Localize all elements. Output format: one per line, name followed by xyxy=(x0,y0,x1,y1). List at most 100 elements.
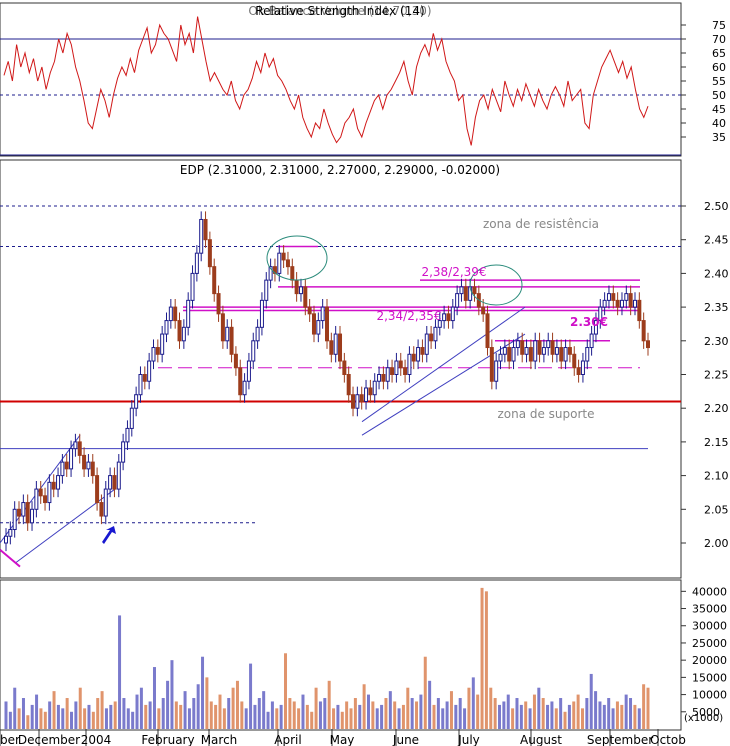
volume-bar xyxy=(310,711,314,729)
volume-bar xyxy=(502,701,506,729)
month-label: April xyxy=(274,733,301,746)
candle-body xyxy=(411,353,416,362)
volume-tick-label: 15000 xyxy=(692,671,727,684)
volume-bar xyxy=(589,673,593,729)
candle-body xyxy=(481,306,486,315)
candle-body xyxy=(494,360,499,382)
candle-body xyxy=(407,353,412,375)
candle-body xyxy=(641,320,646,342)
candle-body xyxy=(103,488,108,517)
candle-body xyxy=(82,454,87,470)
volume-bar xyxy=(262,691,266,729)
volume-bar xyxy=(576,694,580,729)
candle-body xyxy=(138,374,143,396)
volume-bar xyxy=(397,708,401,729)
volume-bar xyxy=(275,708,279,729)
volume-bar xyxy=(585,698,589,729)
month-label: Octob xyxy=(650,733,686,746)
volume-bar xyxy=(366,694,370,729)
volume-bar xyxy=(458,698,462,729)
volume-bar xyxy=(266,711,270,729)
candle-body xyxy=(498,353,503,362)
volume-bar xyxy=(449,691,453,729)
month-label: December xyxy=(18,733,80,746)
candle-body xyxy=(242,380,247,396)
candle-body xyxy=(277,252,282,274)
volume-tick-label: 20000 xyxy=(692,654,727,667)
volume-bar xyxy=(646,687,650,729)
candle-body xyxy=(398,360,403,369)
volume-bar xyxy=(340,711,344,729)
volume-bar xyxy=(406,687,410,729)
volume-bar xyxy=(87,704,91,729)
volume-bar xyxy=(43,711,47,729)
rsi-layer xyxy=(0,16,681,156)
volume-bar xyxy=(384,698,388,729)
candle-body xyxy=(355,394,360,409)
volume-bar xyxy=(13,687,17,729)
candle-body xyxy=(368,387,373,396)
volume-bar xyxy=(441,708,445,729)
volume-bar xyxy=(629,698,633,729)
candle-body xyxy=(47,481,52,504)
volume-bar xyxy=(157,708,161,729)
volume-bar xyxy=(218,694,222,729)
volume-bar xyxy=(563,711,567,729)
candle-body xyxy=(619,299,624,308)
candle-body xyxy=(8,529,13,537)
volume-bar xyxy=(537,687,541,729)
candle-body xyxy=(229,326,234,355)
month-label: September xyxy=(587,733,653,746)
candle-body xyxy=(333,333,338,355)
volume-bar xyxy=(244,708,248,729)
volume-bar xyxy=(506,694,510,729)
volume-bar xyxy=(336,704,340,729)
volume-bar xyxy=(305,704,309,729)
volume-bar xyxy=(419,694,423,729)
volume-bar xyxy=(471,677,475,729)
volume-bar xyxy=(35,694,39,729)
volume-bar xyxy=(380,704,384,729)
volume-bar xyxy=(428,680,432,729)
volume-bar xyxy=(546,704,550,729)
candle-body xyxy=(285,259,290,268)
annotation: 2,34/2,35€ xyxy=(376,309,441,323)
volume-tick-label: 25000 xyxy=(692,637,727,650)
candle-body xyxy=(572,353,577,369)
volume-bar xyxy=(423,656,427,729)
candle-body xyxy=(307,306,312,315)
candle-body xyxy=(121,441,126,463)
annotation: zona de suporte xyxy=(497,407,594,421)
candle-body xyxy=(485,313,490,349)
rsi-line xyxy=(3,16,649,146)
volume-bar xyxy=(318,701,322,729)
volume-bar xyxy=(559,698,563,729)
candle-body xyxy=(632,299,637,308)
volume-tick-label: 10000 xyxy=(692,689,727,702)
candle-body xyxy=(515,340,520,349)
candle-body xyxy=(520,340,525,355)
candle-body xyxy=(563,347,568,362)
volume-bar xyxy=(288,698,292,729)
volume-bar xyxy=(122,698,126,729)
volume-bar xyxy=(323,698,327,729)
candle-body xyxy=(394,360,399,375)
volume-bar xyxy=(371,701,375,729)
candle-body xyxy=(212,266,217,295)
price-tick-label: 2.35 xyxy=(704,301,729,314)
volume-bar xyxy=(580,708,584,729)
candle-body xyxy=(199,218,204,254)
volume-bar xyxy=(615,701,619,729)
annotation: 2.30€ xyxy=(570,315,608,329)
candle-body xyxy=(628,293,633,308)
volume-bar xyxy=(231,687,235,729)
volume-bar xyxy=(624,694,628,729)
volume-bar xyxy=(91,711,95,729)
candle-body xyxy=(225,326,230,342)
candle-body xyxy=(424,333,429,355)
candle-body xyxy=(325,306,329,342)
volume-bar xyxy=(493,698,497,729)
volume-bar xyxy=(349,708,353,729)
candle-body xyxy=(64,461,69,470)
volume-bar xyxy=(205,677,209,729)
